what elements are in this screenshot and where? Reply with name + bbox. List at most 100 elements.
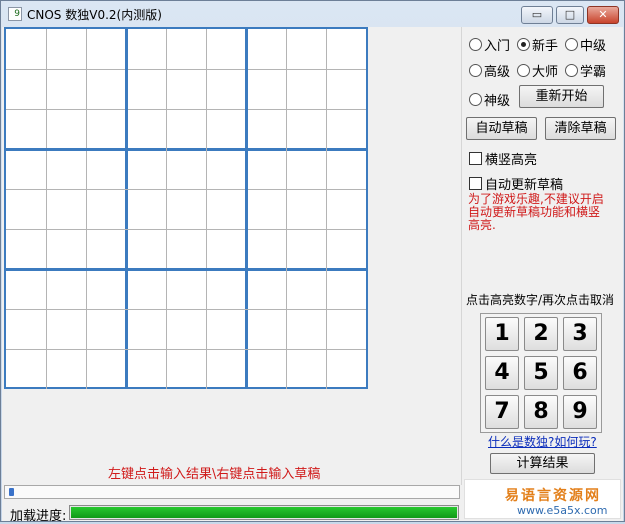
board-cell[interactable] <box>206 349 246 389</box>
digit-8-button[interactable]: 8 <box>524 395 558 429</box>
board-cell[interactable] <box>326 29 366 69</box>
board-cell[interactable] <box>206 309 246 349</box>
board-cell[interactable] <box>126 229 166 269</box>
board-cell[interactable] <box>166 229 206 269</box>
board-cell[interactable] <box>166 269 206 309</box>
board-cell[interactable] <box>166 349 206 389</box>
difficulty-option-scholar[interactable]: 学霸 <box>565 61 606 80</box>
board-cell[interactable] <box>326 269 366 309</box>
board-cell[interactable] <box>206 149 246 189</box>
board-cell[interactable] <box>6 189 46 229</box>
board-cell[interactable] <box>86 269 126 309</box>
board-cell[interactable] <box>86 349 126 389</box>
board-cell[interactable] <box>126 69 166 109</box>
board-cell[interactable] <box>6 349 46 389</box>
board-cell[interactable] <box>326 189 366 229</box>
board-cell[interactable] <box>126 149 166 189</box>
board-cell[interactable] <box>86 29 126 69</box>
board-cell[interactable] <box>326 229 366 269</box>
board-cell[interactable] <box>286 309 326 349</box>
digit-2-button[interactable]: 2 <box>524 317 558 351</box>
board-cell[interactable] <box>286 69 326 109</box>
board-cell[interactable] <box>86 109 126 149</box>
board-cell[interactable] <box>126 349 166 389</box>
highlight-rowcol-checkbox[interactable]: 横竖高亮 <box>469 149 537 168</box>
auto-draft-button[interactable]: 自动草稿 <box>466 117 537 140</box>
board-cell[interactable] <box>286 29 326 69</box>
board-cell[interactable] <box>326 349 366 389</box>
restart-button[interactable]: 重新开始 <box>519 85 604 108</box>
board-cell[interactable] <box>326 149 366 189</box>
board-cell[interactable] <box>46 69 86 109</box>
sudoku-board[interactable] <box>4 27 368 389</box>
board-cell[interactable] <box>246 349 286 389</box>
board-cell[interactable] <box>86 309 126 349</box>
board-cell[interactable] <box>206 269 246 309</box>
difficulty-option-intermediate[interactable]: 中级 <box>565 35 606 54</box>
board-cell[interactable] <box>246 309 286 349</box>
board-cell[interactable] <box>46 309 86 349</box>
board-cell[interactable] <box>246 269 286 309</box>
difficulty-option-god[interactable]: 神级 <box>469 90 510 109</box>
board-cell[interactable] <box>286 149 326 189</box>
clear-draft-button[interactable]: 清除草稿 <box>545 117 616 140</box>
board-cell[interactable] <box>86 69 126 109</box>
scrollbar-thumb[interactable] <box>9 488 14 496</box>
minimize-button[interactable]: ▭ <box>521 6 553 24</box>
board-cell[interactable] <box>166 149 206 189</box>
board-cell[interactable] <box>246 189 286 229</box>
board-cell[interactable] <box>46 109 86 149</box>
board-cell[interactable] <box>126 189 166 229</box>
digit-7-button[interactable]: 7 <box>485 395 519 429</box>
board-cell[interactable] <box>6 29 46 69</box>
help-link[interactable]: 什么是数独?如何玩? <box>488 433 597 450</box>
board-cell[interactable] <box>126 109 166 149</box>
auto-update-draft-checkbox[interactable]: 自动更新草稿 <box>469 174 563 193</box>
board-cell[interactable] <box>126 269 166 309</box>
board-cell[interactable] <box>286 269 326 309</box>
board-cell[interactable] <box>246 69 286 109</box>
board-cell[interactable] <box>46 269 86 309</box>
board-cell[interactable] <box>166 69 206 109</box>
board-cell[interactable] <box>46 229 86 269</box>
digit-1-button[interactable]: 1 <box>485 317 519 351</box>
board-cell[interactable] <box>206 189 246 229</box>
board-cell[interactable] <box>206 29 246 69</box>
board-cell[interactable] <box>166 189 206 229</box>
title-bar[interactable]: 9 CNOS 数独V0.2(内测版) ▭ □ ✕ <box>1 1 624 27</box>
board-cell[interactable] <box>166 109 206 149</box>
board-cell[interactable] <box>246 149 286 189</box>
board-cell[interactable] <box>86 229 126 269</box>
board-cell[interactable] <box>326 69 366 109</box>
board-cell[interactable] <box>246 29 286 69</box>
board-cell[interactable] <box>166 309 206 349</box>
difficulty-option-master[interactable]: 大师 <box>517 61 558 80</box>
board-cell[interactable] <box>46 29 86 69</box>
board-cell[interactable] <box>206 69 246 109</box>
close-button[interactable]: ✕ <box>587 6 619 24</box>
board-cell[interactable] <box>206 229 246 269</box>
digit-4-button[interactable]: 4 <box>485 356 519 390</box>
board-cell[interactable] <box>166 29 206 69</box>
board-cell[interactable] <box>246 109 286 149</box>
ad-banner[interactable]: 易语言资源网 www.e5a5x.com <box>464 479 621 519</box>
board-cell[interactable] <box>126 29 166 69</box>
board-cell[interactable] <box>326 309 366 349</box>
board-cell[interactable] <box>86 149 126 189</box>
board-cell[interactable] <box>46 149 86 189</box>
board-cell[interactable] <box>286 229 326 269</box>
digit-6-button[interactable]: 6 <box>563 356 597 390</box>
difficulty-option-beginner[interactable]: 入门 <box>469 35 510 54</box>
digit-5-button[interactable]: 5 <box>524 356 558 390</box>
board-cell[interactable] <box>46 349 86 389</box>
board-cell[interactable] <box>326 109 366 149</box>
difficulty-option-advanced[interactable]: 高级 <box>469 61 510 80</box>
board-cell[interactable] <box>126 309 166 349</box>
board-cell[interactable] <box>86 189 126 229</box>
maximize-button[interactable]: □ <box>556 6 584 24</box>
horizontal-scrollbar[interactable] <box>4 485 460 499</box>
digit-3-button[interactable]: 3 <box>563 317 597 351</box>
board-cell[interactable] <box>6 109 46 149</box>
board-cell[interactable] <box>6 309 46 349</box>
board-cell[interactable] <box>6 149 46 189</box>
